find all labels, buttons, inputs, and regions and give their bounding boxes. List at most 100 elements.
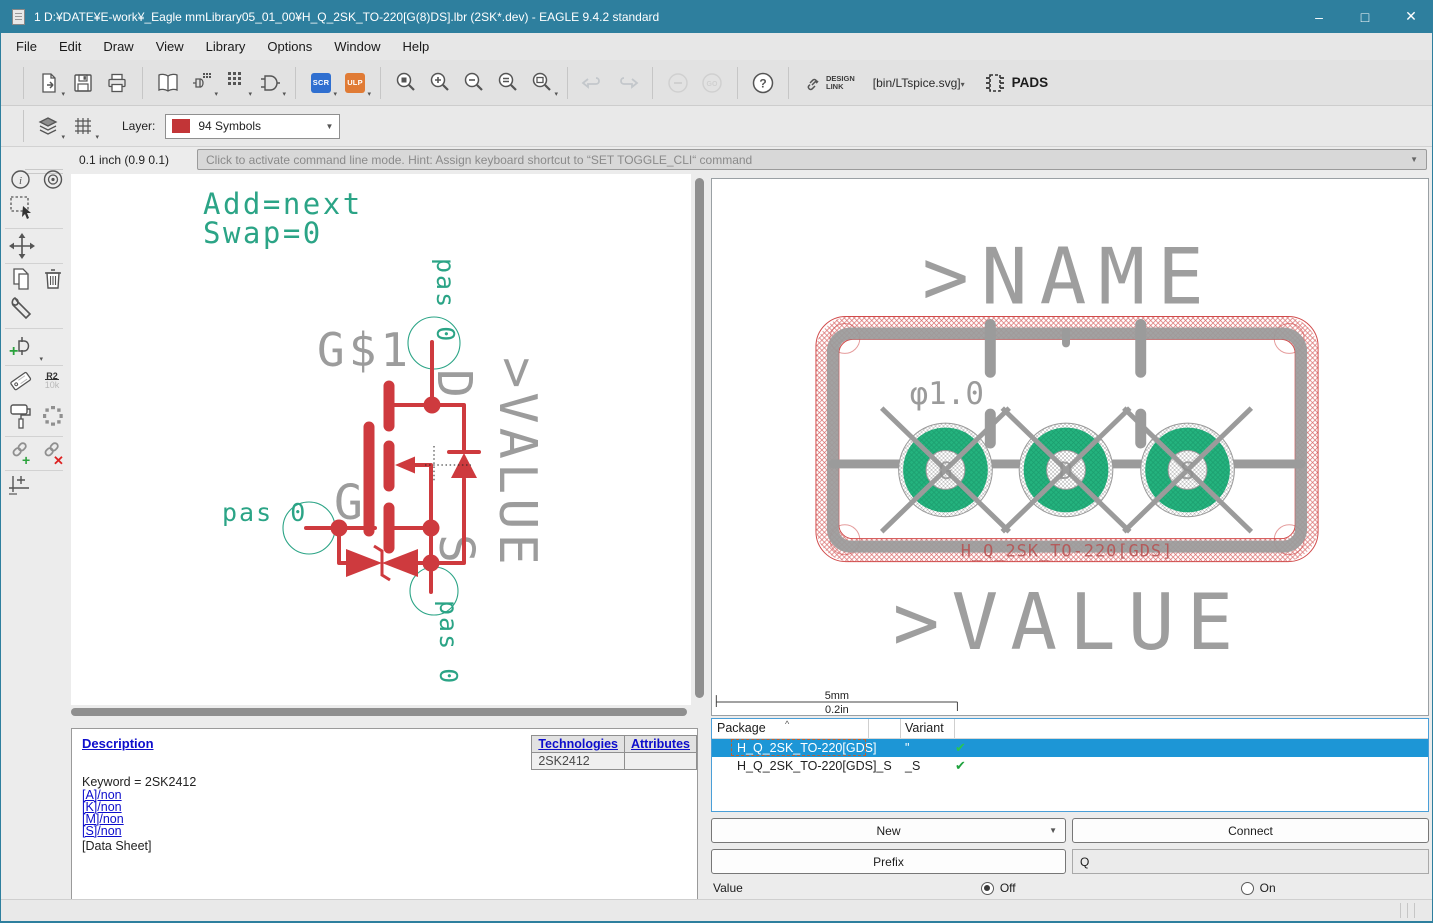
symbol-value-placeholder: >VALUE [487,357,547,569]
chevron-down-icon: ▼ [325,121,334,131]
add-part-tool-icon[interactable]: + ▾ [8,332,43,365]
package-icon[interactable]: ▾ [221,66,252,100]
column-header-package[interactable]: Package [717,721,766,735]
maximize-button[interactable]: □ [1342,0,1388,33]
attributes-link[interactable]: Attributes [631,737,690,751]
palette-separator [5,228,63,229]
value-off-radio[interactable]: Off [980,881,1016,895]
delete-tool-icon[interactable] [43,267,63,296]
technologies-link[interactable]: Technologies [538,737,618,751]
svg-text:✕: ✕ [53,453,64,466]
package-row[interactable]: H_Q_2SK_TO-220[GDS]_S _S ✔ [712,757,1428,775]
new-package-button[interactable]: New ▼ [711,818,1066,843]
scrollbar-thumb[interactable] [71,708,687,716]
zoom-redraw-icon[interactable]: ▾ [527,66,558,100]
change-tool-icon[interactable] [9,295,36,327]
svg-text:D: D [1059,457,1073,485]
minimize-button[interactable]: – [1296,0,1342,33]
smash-tool-icon[interactable] [9,403,33,436]
symbol-vertical-scrollbar[interactable] [693,174,707,705]
scr-script-icon[interactable]: SCR ▾ [306,66,337,100]
menu-file[interactable]: File [5,35,48,58]
save-icon[interactable] [68,66,98,100]
technology-value: 2SK2412 [531,752,625,770]
ltspice-export-button[interactable]: [bin/LTspice.svg]▾ [873,76,965,90]
gate-s-link[interactable]: [S]/non [82,825,122,838]
package-name-placeholder: >NAME [922,233,1216,323]
column-divider [868,719,869,738]
toolbar-separator [23,110,24,142]
layer-settings-icon[interactable]: ▾ [34,109,65,143]
parameter-toolbar: ▾ ▾ Layer: 94 Symbols ▼ [1,106,1432,147]
svg-text:S: S [1180,457,1194,485]
menu-help[interactable]: Help [391,35,440,58]
check-icon: ✔ [955,740,966,755]
menu-library[interactable]: Library [195,35,257,58]
command-line-input[interactable]: Click to activate command line mode. Hin… [197,149,1427,170]
menu-options[interactable]: Options [256,35,323,58]
command-hint: Click to activate command line mode. Hin… [206,152,753,167]
grid-icon[interactable]: ▾ [68,109,99,143]
app-icon [12,8,25,25]
eagle-window: 1 D:¥DATE¥E-work¥_Eagle mmLibrary05_01_0… [0,0,1433,923]
prefix-button[interactable]: Prefix [711,849,1066,874]
print-icon[interactable] [102,66,132,100]
column-divider [954,719,955,738]
column-header-variant[interactable]: Variant [905,721,944,735]
value-on-radio[interactable]: On [1240,881,1276,895]
pads-button[interactable]: PADS [985,72,1048,94]
group-select-tool-icon[interactable] [9,195,35,226]
radio-selected-icon[interactable] [980,881,994,895]
menu-view[interactable]: View [145,35,195,58]
layer-color-swatch [172,119,191,133]
symbol-horizontal-scrollbar[interactable] [67,706,707,719]
menu-edit[interactable]: Edit [48,35,92,58]
device-icon[interactable]: ▾ [187,66,218,100]
zoom-fit-icon[interactable] [391,66,421,100]
datasheet-text: [Data Sheet] [82,839,152,853]
layer-combobox[interactable]: 94 Symbols ▼ [165,113,341,139]
description-link[interactable]: Description [82,736,154,751]
attach-link-tool-icon[interactable]: + [9,440,35,471]
close-button[interactable]: ✕ [1388,0,1432,33]
menu-window[interactable]: Window [323,35,391,58]
zoom-out-icon[interactable] [459,66,489,100]
open-library-icon[interactable]: ▾ [34,66,65,100]
ic-chip-icon [985,73,1004,92]
svg-text:0.2in: 0.2in [825,704,849,715]
ulp-icon[interactable]: ULP ▾ [340,66,371,100]
redo-icon[interactable] [612,66,642,100]
window-title: 1 D:¥DATE¥E-work¥_Eagle mmLibrary05_01_0… [34,9,660,24]
move-tool-icon[interactable] [9,233,35,264]
package-preview-canvas[interactable]: >NAME >VALUE H_Q_2SK_TO-220[GDS] φ1.0 G … [711,178,1429,716]
toolbar-separator [142,66,143,99]
undo-icon[interactable] [578,66,608,100]
prefix-value-field[interactable]: Q [1072,849,1429,874]
info-tool-icon[interactable]: i [10,169,31,195]
palette-separator [5,470,63,471]
layer-label: Layer: [122,119,156,133]
scrollbar-thumb[interactable] [695,178,704,698]
menu-draw[interactable]: Draw [92,35,144,58]
value-tool-icon[interactable]: R2 10k [39,372,65,390]
package-row-selected[interactable]: H_Q_2SK_TO-220[GDS] " ✔ [712,739,1428,757]
help-icon[interactable]: ? [748,66,778,100]
library-book-icon[interactable] [153,66,183,100]
symbol-editor-canvas[interactable]: Add=next Swap=0 pas 0 pas 0 pas 0 G$1 D … [71,174,691,705]
grid-readout: 0.1 inch (0.9 0.1) [79,153,170,167]
radio-unselected-icon[interactable] [1240,881,1254,895]
show-tool-icon[interactable] [42,169,64,195]
description-panel: Description Technologies Attributes 2SK2… [71,728,698,908]
design-link-button[interactable]: DESIGN LINK [805,74,855,91]
zoom-select-icon[interactable] [493,66,523,100]
resize-grip[interactable] [1400,903,1420,918]
dimension-tool-icon[interactable] [7,474,33,503]
package-bottom-text: H_Q_2SK_TO-220[GDS] [961,541,1174,561]
pinswap-tool-icon[interactable] [42,405,64,432]
zoom-in-icon[interactable] [425,66,455,100]
name-tool-icon[interactable] [8,369,33,399]
connect-button[interactable]: Connect [1072,818,1429,843]
copy-tool-icon[interactable] [11,267,33,296]
detach-link-tool-icon[interactable]: ✕ [41,440,67,471]
symbol-icon[interactable]: ▾ [255,66,286,100]
